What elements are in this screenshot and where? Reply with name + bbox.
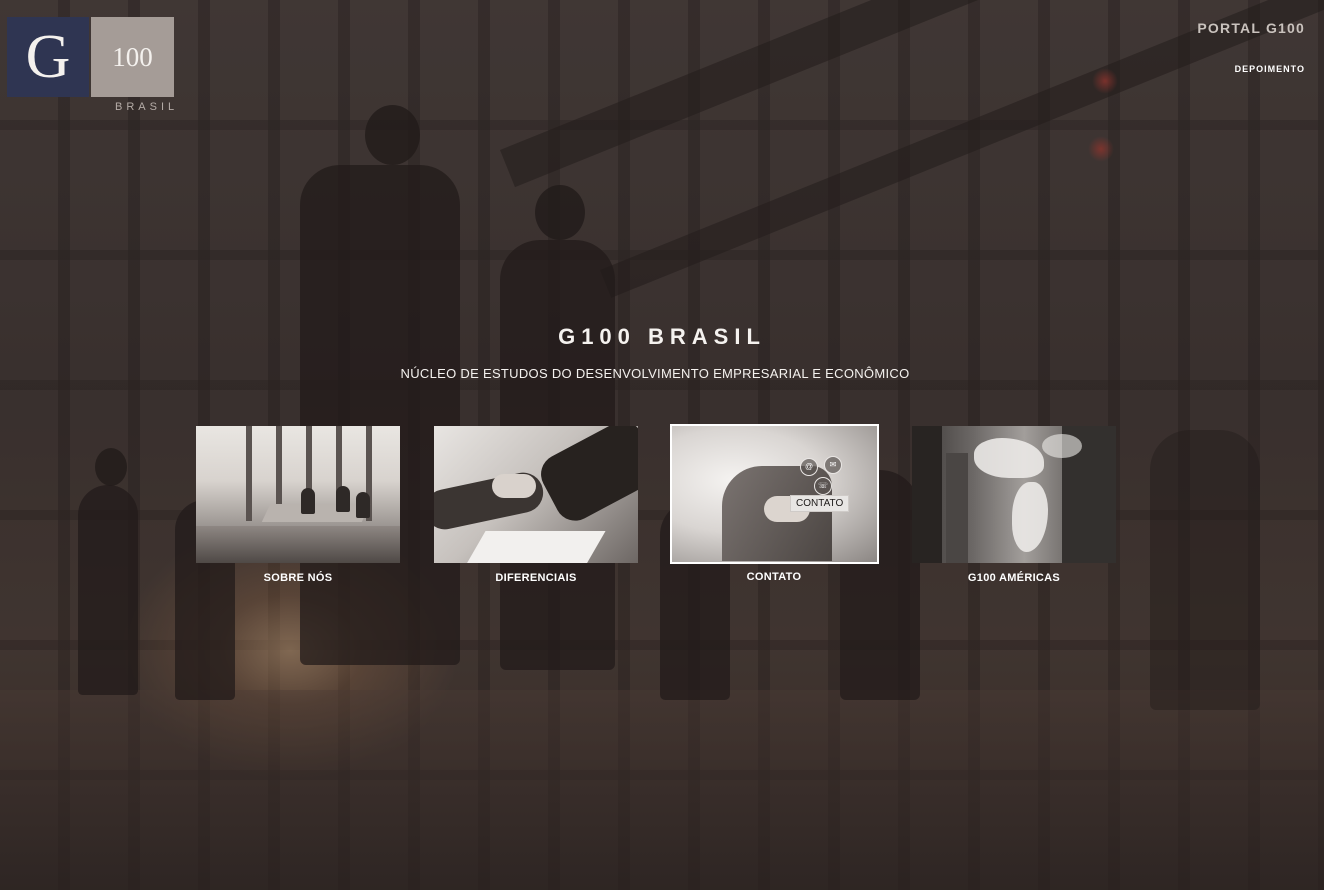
card-contato[interactable]: @ ✉ ☏ CONTATO CONTATO — [670, 424, 879, 583]
card-label: G100 AMÉRICAS — [967, 572, 1061, 584]
page-subtitle: NÚCLEO DE ESTUDOS DO DESENVOLVIMENTO EMP… — [400, 366, 910, 381]
meeting-room-photo — [196, 426, 400, 563]
contato-tag: CONTATO — [790, 495, 850, 512]
card-diferenciais[interactable]: DIFERENCIAIS — [434, 426, 638, 584]
phone-icon: ☏ — [814, 477, 832, 495]
depoimento-link[interactable]: DEPOIMENTO — [1235, 64, 1305, 74]
logo-letter: G — [7, 17, 89, 97]
card-label: CONTATO — [746, 571, 802, 583]
contact-photo: @ ✉ ☏ CONTATO — [670, 424, 879, 564]
page-title: G100 BRASIL — [558, 324, 766, 349]
card-label: SOBRE NÓS — [263, 572, 333, 584]
world-map-photo — [912, 426, 1116, 563]
logo-number: 100 — [91, 17, 174, 97]
g100-logo[interactable]: G 100 BRASIL — [7, 17, 177, 117]
logo-country: BRASIL — [115, 101, 179, 113]
envelope-icon: ✉ — [824, 456, 842, 474]
card-sobre-nos[interactable]: SOBRE NÓS — [196, 426, 400, 584]
card-g100-americas[interactable]: G100 AMÉRICAS — [912, 426, 1116, 584]
portal-g100-link[interactable]: PORTAL G100 — [1197, 20, 1305, 36]
at-sign-icon: @ — [800, 458, 818, 476]
card-label: DIFERENCIAIS — [495, 572, 577, 584]
handshake-photo — [434, 426, 638, 563]
